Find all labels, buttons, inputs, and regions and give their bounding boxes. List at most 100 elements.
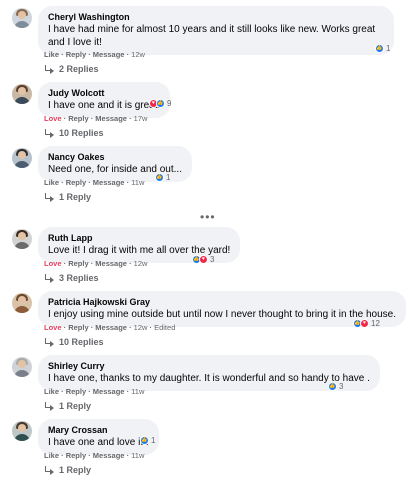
- reply-arrow-icon: [44, 274, 54, 283]
- comment-author[interactable]: Ruth Lapp: [48, 232, 230, 244]
- message-link[interactable]: Message: [95, 114, 127, 123]
- timestamp[interactable]: 12w: [134, 323, 148, 332]
- comment-author[interactable]: Nancy Oakes: [48, 151, 182, 163]
- avatar[interactable]: [12, 229, 32, 249]
- reply-arrow-icon: [44, 402, 54, 411]
- view-replies-button[interactable]: 2 Replies: [44, 64, 99, 74]
- replies-label: 2 Replies: [59, 64, 99, 74]
- reaction-count: 9: [167, 98, 172, 108]
- view-replies-button[interactable]: 1 Reply: [44, 401, 91, 411]
- comment-bubble: Patricia Hajkowski Gray I enjoy using mi…: [38, 291, 406, 327]
- message-link[interactable]: Message: [93, 451, 125, 460]
- timestamp[interactable]: 12w: [134, 259, 148, 268]
- replies-label: 3 Replies: [59, 273, 99, 283]
- reply-arrow-icon: [44, 466, 54, 475]
- timestamp[interactable]: 11w: [131, 178, 144, 187]
- avatar-body: [14, 434, 30, 441]
- comment-author[interactable]: Mary Crossan: [48, 424, 149, 436]
- reaction-count: 1: [166, 172, 171, 182]
- love-link[interactable]: Love: [44, 114, 62, 123]
- avatar-face: [18, 232, 26, 240]
- comment-author[interactable]: Patricia Hajkowski Gray: [48, 296, 396, 308]
- avatar-body: [14, 242, 30, 249]
- reaction-count: 3: [339, 381, 344, 391]
- comment-actions: Like · Reply · Message · 11w: [44, 387, 145, 396]
- reaction-summary[interactable]: 👍 1: [140, 434, 155, 446]
- comment-bubble: Cheryl Washington I have had mine for al…: [38, 6, 394, 55]
- avatar-face: [18, 296, 26, 304]
- view-replies-button[interactable]: 10 Replies: [44, 337, 104, 347]
- message-link[interactable]: Message: [93, 50, 125, 59]
- avatar-body: [14, 161, 30, 168]
- message-link[interactable]: Message: [95, 259, 127, 268]
- avatar-body: [14, 306, 30, 313]
- message-link[interactable]: Message: [93, 387, 125, 396]
- reaction-summary[interactable]: ♥ 👍 9: [149, 97, 171, 109]
- replies-label: 1 Reply: [59, 192, 92, 202]
- like-icon: 👍: [140, 435, 149, 445]
- replies-label: 1 Reply: [59, 465, 92, 475]
- avatar[interactable]: [12, 357, 32, 377]
- message-link[interactable]: Message: [93, 178, 125, 187]
- love-link[interactable]: Love: [44, 259, 62, 268]
- avatar[interactable]: [12, 8, 32, 28]
- avatar[interactable]: [12, 84, 32, 104]
- reply-arrow-icon: [44, 65, 54, 74]
- message-link[interactable]: Message: [95, 323, 127, 332]
- like-link[interactable]: Like: [44, 50, 59, 59]
- replies-label: 10 Replies: [59, 337, 104, 347]
- like-icon: 👍: [156, 98, 165, 108]
- reaction-count: 3: [210, 254, 215, 264]
- reaction-summary[interactable]: 👍 ♥ 12: [353, 317, 380, 329]
- reply-link[interactable]: Reply: [68, 114, 88, 123]
- replies-label: 1 Reply: [59, 401, 92, 411]
- avatar-face: [18, 424, 26, 432]
- avatar[interactable]: [12, 293, 32, 313]
- reaction-summary[interactable]: 👍 1: [375, 42, 390, 54]
- like-link[interactable]: Like: [44, 178, 59, 187]
- more-options-icon[interactable]: •••: [200, 210, 216, 224]
- view-replies-button[interactable]: 10 Replies: [44, 128, 104, 138]
- avatar[interactable]: [12, 148, 32, 168]
- avatar-face: [18, 87, 26, 95]
- reaction-summary[interactable]: 👍 3: [328, 380, 343, 392]
- comment-author[interactable]: Cheryl Washington: [48, 11, 384, 23]
- comment-author[interactable]: Judy Wolcott: [48, 87, 160, 99]
- reaction-summary[interactable]: 👍 ♥ 3: [192, 253, 214, 265]
- reply-link[interactable]: Reply: [66, 451, 86, 460]
- love-icon: ♥: [360, 318, 369, 328]
- reaction-count: 12: [371, 318, 380, 328]
- comment-actions: Like · Reply · Message · 11w: [44, 451, 145, 460]
- reply-link[interactable]: Reply: [68, 323, 88, 332]
- view-replies-button[interactable]: 3 Replies: [44, 273, 99, 283]
- reply-link[interactable]: Reply: [66, 178, 86, 187]
- reaction-summary[interactable]: 👍 1: [155, 171, 170, 183]
- reply-link[interactable]: Reply: [66, 387, 86, 396]
- edited-label: Edited: [154, 323, 176, 332]
- view-replies-button[interactable]: 1 Reply: [44, 192, 91, 202]
- comment-author[interactable]: Shirley Curry: [48, 360, 370, 372]
- view-replies-button[interactable]: 1 Reply: [44, 465, 91, 475]
- reply-link[interactable]: Reply: [66, 50, 86, 59]
- timestamp[interactable]: 12w: [131, 50, 145, 59]
- comment-text: I have one and it is great!: [48, 100, 161, 111]
- comment-actions: Like · Reply · Message · 12w: [44, 50, 145, 59]
- reaction-count: 1: [386, 43, 391, 53]
- comment-text: I enjoy using mine outside but until now…: [48, 309, 396, 320]
- avatar[interactable]: [12, 421, 32, 441]
- like-icon: 👍: [155, 172, 164, 182]
- like-link[interactable]: Like: [44, 387, 59, 396]
- timestamp[interactable]: 11w: [131, 387, 144, 396]
- timestamp[interactable]: 17w: [134, 114, 148, 123]
- comment-actions: Love · Reply · Message · 17w: [44, 114, 148, 123]
- avatar-face: [18, 151, 26, 159]
- timestamp[interactable]: 11w: [131, 451, 144, 460]
- reply-link[interactable]: Reply: [68, 259, 88, 268]
- comment-actions: Love · Reply · Message · 12w · Edited: [44, 323, 176, 332]
- reply-arrow-icon: [44, 193, 54, 202]
- like-icon: 👍: [375, 43, 384, 53]
- avatar-body: [14, 97, 30, 104]
- reaction-count: 1: [151, 435, 156, 445]
- like-link[interactable]: Like: [44, 451, 59, 460]
- love-link[interactable]: Love: [44, 323, 62, 332]
